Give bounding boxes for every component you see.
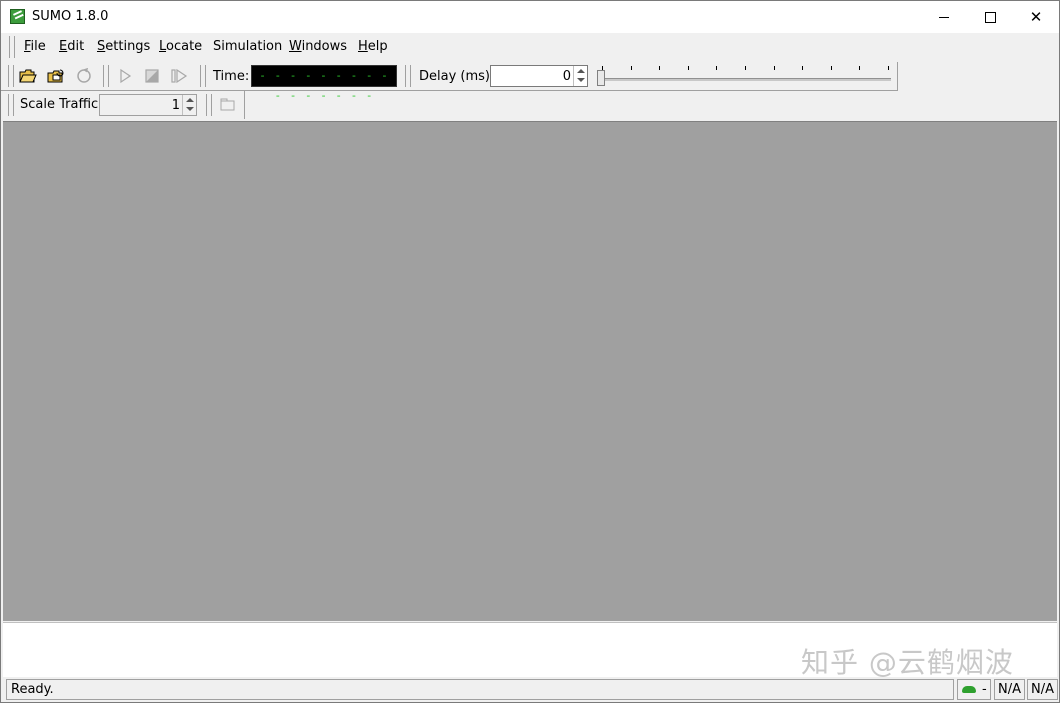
status-cell-1: N/A	[994, 679, 1025, 700]
slider-tick	[716, 66, 718, 70]
step-icon	[171, 68, 188, 84]
step-simulation-button[interactable]	[169, 66, 189, 86]
slider-tick	[830, 66, 832, 70]
toolbar-grip-1[interactable]	[8, 65, 14, 87]
slider-tick	[859, 66, 861, 70]
toolbar-grip-2[interactable]	[103, 65, 109, 87]
status-text: Ready.	[6, 679, 954, 700]
spin-up-icon[interactable]	[186, 98, 194, 102]
slider-thumb[interactable]	[597, 70, 605, 86]
spin-down-icon[interactable]	[186, 107, 194, 111]
spin-up-icon[interactable]	[577, 69, 585, 73]
main-view-area[interactable]	[3, 121, 1057, 621]
spin-down-icon[interactable]	[577, 78, 585, 82]
car-icon	[962, 686, 976, 693]
new-view-button[interactable]	[218, 95, 238, 115]
reload-network-icon	[47, 69, 64, 83]
vehicle-count: -	[982, 682, 987, 697]
menu-edit[interactable]: Edit	[59, 39, 84, 54]
menu-settings[interactable]: Settings	[97, 39, 150, 54]
stop-icon	[145, 69, 159, 83]
slider-tick	[687, 66, 689, 70]
delay-spinner[interactable]	[573, 66, 587, 86]
delay-label: Delay (ms):	[419, 69, 495, 84]
stop-simulation-button[interactable]	[142, 66, 162, 86]
menu-file[interactable]: File	[24, 39, 46, 54]
menu-help[interactable]: Help	[358, 39, 388, 54]
sumo-app-icon	[10, 9, 25, 24]
delay-slider[interactable]	[593, 65, 893, 89]
scale-spinner[interactable]	[182, 95, 196, 115]
toolbar-grip-5[interactable]	[8, 94, 14, 116]
slider-track	[599, 78, 891, 81]
window-title: SUMO 1.8.0	[32, 9, 109, 24]
slider-tick	[773, 66, 775, 70]
scale-traffic-label: Scale Traffic:	[20, 97, 103, 112]
minimize-button[interactable]	[921, 1, 967, 33]
time-label: Time:	[213, 69, 250, 84]
slider-tick	[745, 66, 746, 70]
run-simulation-button[interactable]	[115, 66, 135, 86]
close-button[interactable]: ✕	[1013, 1, 1059, 33]
status-cell-2: N/A	[1027, 679, 1058, 700]
main-toolbar: Time: - - - - - - - - - - - - - - - - De…	[1, 62, 898, 102]
scale-traffic-input[interactable]: 1	[99, 94, 197, 116]
menu-simulation[interactable]: Simulation	[213, 39, 282, 54]
traffic-toolbar: Scale Traffic: 1	[1, 91, 245, 119]
delay-input[interactable]: 0	[490, 65, 588, 87]
menu-locate[interactable]: Locate	[159, 39, 202, 54]
sumo-window: SUMO 1.8.0 ✕ File Edit Settings Locate S…	[0, 0, 1060, 703]
delay-value: 0	[562, 69, 571, 84]
play-icon	[120, 68, 132, 84]
open-simulation-button[interactable]	[18, 66, 38, 86]
new-view-icon	[220, 98, 235, 111]
title-bar[interactable]: SUMO 1.8.0 ✕	[1, 1, 1059, 33]
menu-bar: File Edit Settings Locate Simulation Win…	[1, 33, 1059, 60]
status-bar: Ready. - N/A N/A	[1, 678, 1059, 702]
slider-tick	[659, 66, 661, 70]
toolbar-grip-4[interactable]	[405, 65, 411, 87]
toolbar-grip-3[interactable]	[200, 65, 206, 87]
maximize-icon	[984, 11, 996, 23]
scale-traffic-value: 1	[171, 98, 180, 113]
maximize-button[interactable]	[967, 1, 1013, 33]
watermark: 知乎 @云鹤烟波	[801, 646, 1014, 679]
time-display: - - - - - - - - - - - - - - - -	[251, 65, 397, 102]
reload-simulation-icon	[77, 68, 91, 83]
reload-network-button[interactable]	[46, 66, 66, 86]
close-icon: ✕	[1029, 8, 1043, 26]
slider-tick	[630, 66, 632, 70]
vehicle-count-cell: -	[957, 679, 991, 700]
menu-grip[interactable]	[9, 36, 15, 58]
reload-simulation-button[interactable]	[74, 66, 94, 86]
slider-tick	[888, 66, 889, 70]
minimize-icon	[939, 16, 949, 18]
slider-tick	[802, 66, 804, 70]
open-folder-icon	[19, 69, 37, 83]
menu-windows[interactable]: Windows	[289, 39, 347, 54]
toolbar-grip-6[interactable]	[206, 94, 212, 116]
